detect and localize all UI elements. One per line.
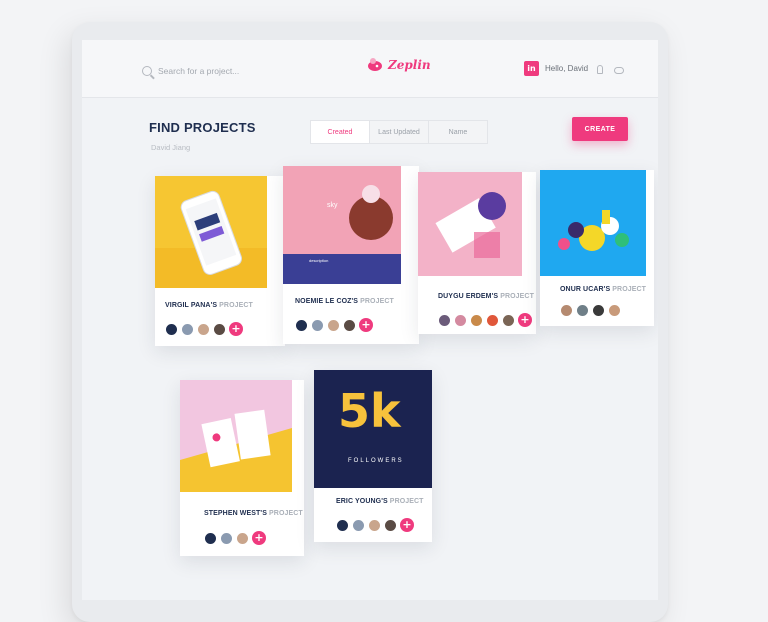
avatar — [486, 313, 499, 327]
invision-badge-icon: in — [524, 61, 539, 76]
avatar — [438, 313, 451, 327]
avatar — [165, 322, 178, 336]
avatar — [336, 518, 349, 532]
logo-text: Zeplin — [388, 58, 431, 72]
avatar — [220, 531, 233, 545]
notification-icon[interactable] — [597, 65, 603, 74]
avatar — [592, 304, 605, 317]
avatar — [352, 518, 365, 532]
avatar — [502, 313, 515, 327]
thumbnail-caption: FOLLOWERS — [348, 458, 404, 464]
project-thumbnail: sky description — [283, 166, 401, 284]
avatar — [454, 313, 467, 327]
avatar — [343, 318, 356, 332]
project-card-onur[interactable]: ONUR UCAR'S PROJECT — [540, 170, 654, 326]
project-card-stephen[interactable]: STEPHEN WEST'S PROJECT + — [180, 380, 304, 556]
tab-name[interactable]: Name — [429, 121, 487, 143]
search-input[interactable] — [158, 66, 278, 76]
project-title: NOEMIE LE COZ'S PROJECT — [295, 298, 394, 305]
tab-created[interactable]: Created — [311, 121, 370, 143]
project-title: ONUR UCAR'S PROJECT — [560, 286, 647, 293]
app-screen: Zeplin in Hello, David FIND PROJECTS Dav… — [82, 40, 658, 600]
collaborators — [560, 304, 621, 317]
project-card-virgil[interactable]: VIRGIL PANA'S PROJECT + — [155, 176, 285, 346]
avatar — [576, 304, 589, 317]
project-thumbnail: 5k FOLLOWERS — [314, 370, 432, 488]
avatar — [204, 531, 217, 545]
add-collaborator-button[interactable]: + — [359, 318, 373, 332]
collaborators: + — [438, 313, 532, 327]
avatar — [327, 318, 340, 332]
avatar — [213, 322, 226, 336]
project-thumbnail — [540, 170, 646, 276]
collaborators: + — [165, 322, 243, 336]
collaborators: + — [295, 318, 373, 332]
add-collaborator-button[interactable]: + — [229, 322, 243, 336]
thumbnail-number: 5k — [338, 384, 401, 438]
thumbnail-brand-text: sky — [327, 202, 338, 209]
project-thumbnail — [180, 380, 292, 492]
zeplin-logo-icon — [368, 58, 382, 71]
project-card-eric[interactable]: 5k FOLLOWERS ERIC YOUNG'S PROJECT + — [314, 370, 432, 542]
project-title: VIRGIL PANA'S PROJECT — [165, 302, 253, 309]
collaborators: + — [336, 518, 414, 532]
avatar — [608, 304, 621, 317]
project-thumbnail — [418, 172, 522, 276]
thumbnail-section-text: description — [309, 258, 329, 263]
avatar — [470, 313, 483, 327]
project-card-noemie[interactable]: sky description NOEMIE LE COZ'S PROJECT … — [283, 166, 419, 344]
avatar — [368, 518, 381, 532]
avatar — [311, 318, 324, 332]
project-thumbnail — [155, 176, 267, 288]
avatar — [384, 518, 397, 532]
user-greeting: Hello, David — [545, 64, 589, 73]
tab-last-updated[interactable]: Last Updated — [370, 121, 429, 143]
add-collaborator-button[interactable]: + — [518, 313, 532, 327]
avatar — [181, 322, 194, 336]
search-icon — [142, 66, 152, 76]
collaborators: + — [204, 531, 266, 545]
project-title: ERIC YOUNG'S PROJECT — [336, 498, 424, 505]
top-bar: Zeplin in Hello, David — [82, 40, 658, 98]
project-title: DUYGU ERDEM'S PROJECT — [438, 293, 534, 300]
create-button[interactable]: CREATE — [572, 117, 628, 141]
page-title: FIND PROJECTS — [149, 120, 256, 135]
page-subtitle: David Jiang — [151, 143, 191, 152]
avatar — [295, 318, 308, 332]
search-bar — [142, 66, 278, 76]
avatar — [560, 304, 573, 317]
add-collaborator-button[interactable]: + — [252, 531, 266, 545]
sort-tabs: Created Last Updated Name — [310, 120, 488, 144]
user-menu[interactable]: in Hello, David — [524, 61, 588, 76]
logo[interactable]: Zeplin — [366, 56, 431, 74]
project-card-duygu[interactable]: DUYGU ERDEM'S PROJECT + — [418, 172, 536, 334]
project-title: STEPHEN WEST'S PROJECT — [204, 510, 303, 517]
avatar — [236, 531, 249, 545]
cloud-upload-icon[interactable] — [614, 67, 624, 74]
add-collaborator-button[interactable]: + — [400, 518, 414, 532]
avatar — [197, 322, 210, 336]
